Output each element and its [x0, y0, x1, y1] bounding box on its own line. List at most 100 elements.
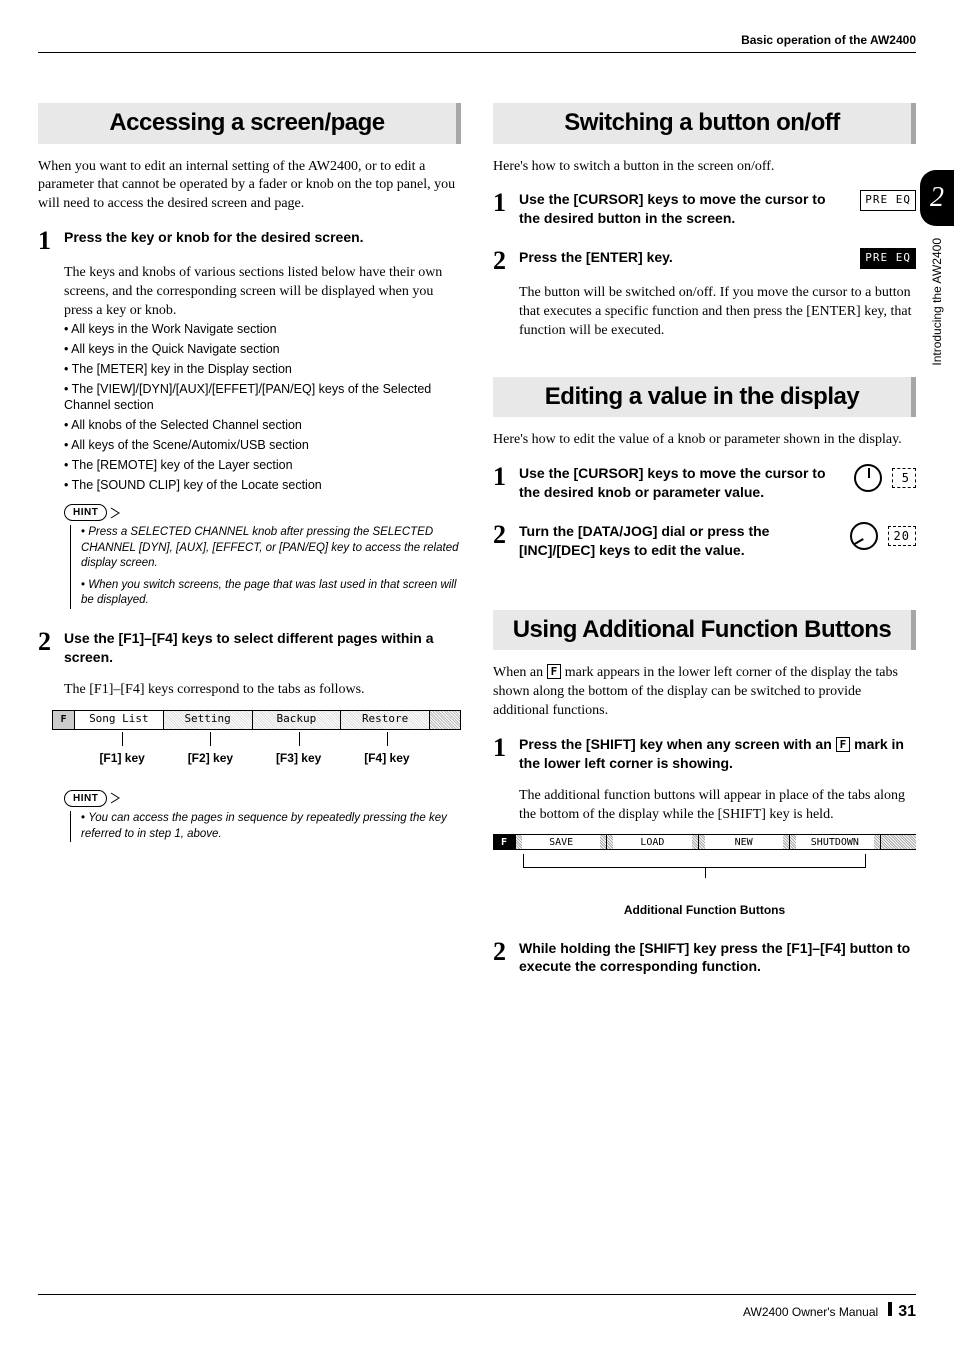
hint-tag: HINT [64, 790, 461, 808]
pre-eq-box-inverted: PRE EQ [860, 248, 916, 269]
knob-value-5-illustration: 5 [854, 464, 916, 492]
hint-text: You can access the pages in sequence by … [81, 811, 461, 842]
hint-text: Press a SELECTED CHANNEL knob after pres… [81, 525, 461, 572]
chapter-badge: 2 [920, 170, 954, 226]
additional-step-2: 2 While holding the [SHIFT] key press th… [493, 939, 916, 981]
list-item: The [METER] key in the Display section [64, 361, 461, 378]
list-item: All knobs of the Selected Channel sectio… [64, 417, 461, 434]
hint-label: HINT [64, 790, 107, 808]
step-title: Press the [ENTER] key. [519, 248, 850, 267]
chevron-right-icon [109, 506, 123, 520]
func-new: NEW [698, 834, 789, 850]
page-footer: AW2400 Owner's Manual 31 [38, 1294, 916, 1323]
switching-intro: Here's how to switch a button in the scr… [493, 158, 916, 177]
list-item: All keys of the Scene/Automix/USB sectio… [64, 437, 461, 454]
page-mark-icon [888, 1302, 892, 1316]
f3-key-label: [F3] key [255, 732, 343, 766]
accessing-step-2: 2 Use the [F1]–[F4] keys to select diffe… [38, 629, 461, 671]
step-number: 1 [493, 735, 511, 777]
editing-intro: Here's how to edit the value of a knob o… [493, 431, 916, 450]
list-item: All keys in the Work Navigate section [64, 321, 461, 338]
key-bullet-list: All keys in the Work Navigate section Al… [38, 321, 461, 494]
step-number: 1 [493, 190, 511, 232]
header-rule [38, 52, 916, 53]
right-column: Switching a button on/off Here's how to … [493, 103, 916, 990]
f4-key-label: [F4] key [343, 732, 431, 766]
tabs-key-labels: [F1] key [F2] key [F3] key [F4] key [52, 732, 461, 766]
additional-intro: When an F mark appears in the lower left… [493, 664, 916, 721]
step-title: Use the [F1]–[F4] keys to select differe… [64, 629, 461, 667]
f1-key-label: [F1] key [78, 732, 166, 766]
switching-step-1: 1 Use the [CURSOR] keys to move the curs… [493, 190, 850, 232]
list-item: All keys in the Quick Navigate section [64, 341, 461, 358]
function-buttons-row: F SAVE LOAD NEW SHUTDOWN [493, 834, 916, 850]
func-shutdown: SHUTDOWN [789, 834, 880, 850]
accessing-step1-text: The keys and knobs of various sections l… [38, 264, 461, 321]
page-number: 31 [898, 1301, 916, 1323]
list-item: The [REMOTE] key of the Layer section [64, 457, 461, 474]
tabs-trail [430, 711, 460, 729]
f-mark-icon: F [836, 737, 851, 752]
switching-step2-text: The button will be switched on/off. If y… [493, 284, 916, 341]
switching-step-2: 2 Press the [ENTER] key. [493, 248, 850, 274]
hint-label: HINT [64, 504, 107, 522]
hint-text: When you switch screens, the page that w… [81, 578, 461, 609]
value-box: 5 [892, 468, 916, 488]
pre-eq-on-illustration: PRE EQ [860, 248, 916, 269]
side-chapter-label: Introducing the AW2400 [929, 238, 945, 366]
step-number: 1 [38, 228, 56, 254]
step-number: 2 [493, 939, 511, 981]
step-title: While holding the [SHIFT] key press the … [519, 939, 916, 977]
list-item: The [SOUND CLIP] key of the Locate secti… [64, 477, 461, 494]
step-title: Press the key or knob for the desired sc… [64, 228, 461, 247]
tab-song-list: Song List [75, 711, 164, 729]
knob-value-20-illustration: 20 [850, 522, 916, 550]
side-tab: 2 Introducing the AW2400 [920, 170, 954, 366]
pre-eq-box: PRE EQ [860, 190, 916, 211]
func-load: LOAD [606, 834, 697, 850]
header-section-title: Basic operation of the AW2400 [38, 32, 916, 48]
tab-setting: Setting [164, 711, 253, 729]
f2-key-label: [F2] key [166, 732, 254, 766]
heading-additional-functions: Using Additional Function Buttons [493, 610, 916, 650]
additional-step-1: 1 Press the [SHIFT] key when any screen … [493, 735, 916, 777]
knob-icon [854, 464, 882, 492]
step-title: Press the [SHIFT] key when any screen wi… [519, 735, 916, 773]
editing-step-1: 1 Use the [CURSOR] keys to move the curs… [493, 464, 844, 506]
step-title: Use the [CURSOR] keys to move the cursor… [519, 190, 850, 228]
step-title: Turn the [DATA/JOG] dial or press the [I… [519, 522, 840, 560]
manual-title: AW2400 Owner's Manual [743, 1304, 878, 1320]
heading-editing-value: Editing a value in the display [493, 377, 916, 417]
hint-block-1: Press a SELECTED CHANNEL knob after pres… [70, 525, 461, 609]
value-box: 20 [888, 526, 916, 546]
f-mark-icon: F [53, 711, 75, 729]
function-buttons-caption: Additional Function Buttons [493, 902, 916, 918]
step-number: 2 [493, 248, 511, 274]
hint-block-2: You can access the pages in sequence by … [70, 811, 461, 842]
step-title: Use the [CURSOR] keys to move the cursor… [519, 464, 844, 502]
heading-accessing: Accessing a screen/page [38, 103, 461, 143]
heading-switching: Switching a button on/off [493, 103, 916, 143]
f-mark-icon: F [493, 834, 515, 850]
accessing-step2-text: The [F1]–[F4] keys correspond to the tab… [38, 681, 461, 700]
left-column: Accessing a screen/page When you want to… [38, 103, 461, 990]
step-number: 2 [38, 629, 56, 671]
hint-tag: HINT [64, 504, 461, 522]
step-number: 2 [493, 522, 511, 564]
f-mark-icon: F [547, 664, 562, 679]
step-title-a: Press the [SHIFT] key when any screen wi… [519, 736, 836, 752]
knob-icon [850, 522, 878, 550]
step-number: 1 [493, 464, 511, 506]
editing-step-2: 2 Turn the [DATA/JOG] dial or press the … [493, 522, 840, 564]
func-trail [880, 834, 916, 850]
accessing-step-1: 1 Press the key or knob for the desired … [38, 228, 461, 254]
pre-eq-off-illustration: PRE EQ [860, 190, 916, 211]
additional-step1-text: The additional function buttons will app… [493, 787, 916, 825]
tabs-row: F Song List Setting Backup Restore [52, 710, 461, 730]
list-item: The [VIEW]/[DYN]/[AUX]/[EFFET]/[PAN/EQ] … [64, 381, 461, 415]
func-save: SAVE [515, 834, 606, 850]
intro-text-a: When an [493, 665, 547, 680]
tab-restore: Restore [341, 711, 430, 729]
accessing-intro: When you want to edit an internal settin… [38, 158, 461, 215]
chevron-right-icon [109, 791, 123, 805]
